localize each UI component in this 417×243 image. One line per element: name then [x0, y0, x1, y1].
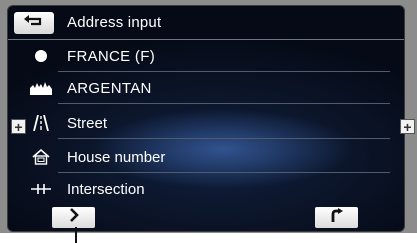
pointer-line	[75, 227, 77, 243]
filled-circle-icon	[30, 46, 52, 66]
chevron-right-icon	[68, 208, 80, 227]
page-title: Address input	[67, 14, 162, 31]
list-item-label: Intersection	[67, 181, 145, 198]
list-item-city[interactable]: ARGENTAN	[8, 72, 404, 104]
list-item-label: Street	[67, 115, 108, 132]
next-button[interactable]	[52, 207, 95, 228]
right-scroll-button[interactable]: +	[400, 119, 415, 134]
house-icon	[30, 147, 52, 167]
divider	[58, 138, 390, 139]
address-input-panel: Address input FRANCE (F) ARGENTAN Street…	[7, 5, 405, 232]
left-scroll-button[interactable]: +	[11, 119, 26, 134]
return-arrow-icon	[23, 14, 45, 33]
list-item-label: House number	[67, 149, 166, 166]
list-item-label: FRANCE (F)	[67, 48, 155, 65]
plus-icon: +	[403, 118, 412, 135]
intersection-icon	[30, 179, 52, 199]
city-skyline-icon	[30, 78, 52, 98]
list-item-country[interactable]: FRANCE (F)	[8, 40, 404, 72]
back-button[interactable]	[14, 12, 54, 34]
confirm-button[interactable]	[315, 207, 358, 228]
navigation-screen: Address input FRANCE (F) ARGENTAN Street…	[0, 0, 417, 233]
road-icon	[30, 113, 52, 133]
plus-icon: +	[14, 118, 23, 135]
list-item-house-number[interactable]: House number	[8, 141, 404, 173]
list-item-intersection[interactable]: Intersection	[8, 173, 404, 205]
divider	[58, 103, 390, 104]
turn-arrow-icon	[330, 208, 344, 227]
list-item-street[interactable]: Street	[8, 107, 404, 139]
list-item-label: ARGENTAN	[67, 80, 152, 97]
header-bar: Address input	[8, 6, 404, 40]
